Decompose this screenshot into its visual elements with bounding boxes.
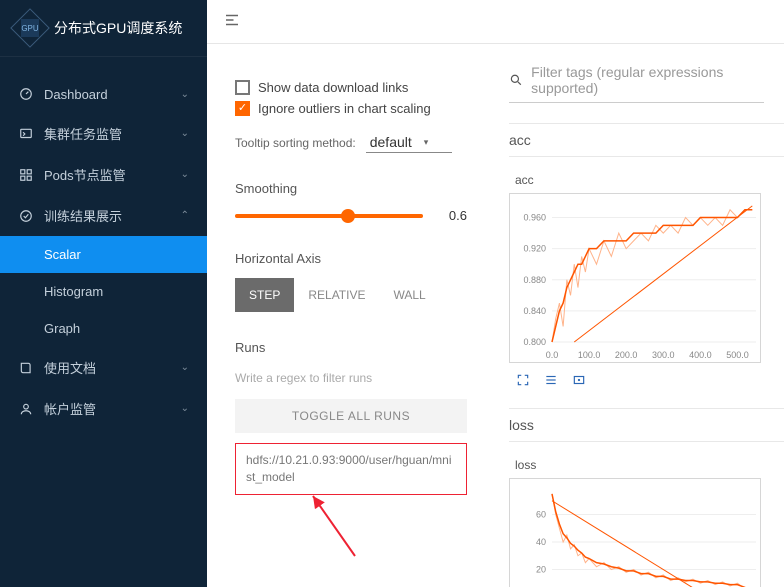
chevron-up-icon: ⌃ <box>181 210 189 221</box>
expand-tool[interactable] <box>513 372 533 388</box>
book-icon <box>18 360 34 376</box>
horizontal-axis-label: Horizontal Axis <box>235 251 467 266</box>
chevron-down-icon: ⌄ <box>181 403 189 414</box>
check-circle-icon <box>18 208 34 224</box>
svg-text:300.0: 300.0 <box>652 350 675 360</box>
svg-text:0.960: 0.960 <box>523 213 546 223</box>
nav-label: Graph <box>44 321 189 336</box>
collapse-sidebar-button[interactable] <box>223 11 241 32</box>
toggle-all-runs-button[interactable]: TOGGLE ALL RUNS <box>235 399 467 433</box>
svg-text:400.0: 400.0 <box>689 350 712 360</box>
nav-pods[interactable]: Pods节点监管 ⌄ <box>0 154 207 195</box>
svg-text:100.0: 100.0 <box>578 350 601 360</box>
svg-text:0.800: 0.800 <box>523 337 546 347</box>
svg-text:60: 60 <box>536 510 546 520</box>
svg-text:500.0: 500.0 <box>726 350 749 360</box>
smoothing-label: Smoothing <box>235 181 467 196</box>
nav-label: Dashboard <box>44 87 181 102</box>
nav-label: 使用文档 <box>44 358 181 377</box>
chevron-down-icon: ⌄ <box>181 128 189 139</box>
nav-scalar[interactable]: Scalar <box>0 236 207 273</box>
nav-label: 帐户监管 <box>44 399 181 418</box>
acc-chart[interactable]: 0.800 0.840 0.880 0.920 0.960 0.0 100.0 200.0 30… <box>509 193 761 363</box>
filter-tags-input[interactable]: Filter tags (regular expressions support… <box>531 64 764 96</box>
nav-histogram[interactable]: Histogram <box>0 273 207 310</box>
nav-label: 训练结果展示 <box>44 206 181 225</box>
axis-wall-button[interactable]: WALL <box>379 278 439 312</box>
svg-text:40: 40 <box>536 537 546 547</box>
nav-label: Scalar <box>44 247 189 262</box>
axis-relative-button[interactable]: RELATIVE <box>294 278 379 312</box>
svg-text:200.0: 200.0 <box>615 350 638 360</box>
group-title[interactable]: loss <box>509 408 784 442</box>
user-icon <box>18 401 34 417</box>
axis-step-button[interactable]: STEP <box>235 278 294 312</box>
group-loss: loss loss 0.0002040600.0100.0200.0300.04… <box>509 408 784 587</box>
tooltip-sort-select[interactable]: default <box>366 132 453 153</box>
group-acc: acc acc 0.800 0.840 0.880 0.920 0.960 0.0 100.… <box>509 123 784 388</box>
main: Show data download links ✓ Ignore outlie… <box>207 0 784 587</box>
chevron-down-icon: ⌄ <box>181 169 189 180</box>
terminal-icon <box>18 126 34 142</box>
chevron-down-icon: ⌄ <box>181 89 189 100</box>
nav-docs[interactable]: 使用文档 ⌄ <box>0 347 207 388</box>
show-download-checkbox[interactable] <box>235 80 250 95</box>
grid-icon <box>18 167 34 183</box>
chevron-down-icon: ⌄ <box>181 362 189 373</box>
run-path-box[interactable]: hdfs://10.21.0.93:9000/user/hguan/mnist_… <box>235 443 467 495</box>
chart-title: acc <box>509 173 784 187</box>
svg-text:0.0: 0.0 <box>546 350 559 360</box>
group-title[interactable]: acc <box>509 123 784 157</box>
smoothing-value: 0.6 <box>437 208 467 223</box>
brand: GPU 分布式GPU调度系统 <box>0 0 207 57</box>
topbar <box>207 0 784 44</box>
nav-cluster[interactable]: 集群任务监管 ⌄ <box>0 113 207 154</box>
slider-thumb[interactable] <box>341 209 355 223</box>
ignore-outliers-checkbox[interactable]: ✓ <box>235 101 250 116</box>
nav-account[interactable]: 帐户监管 ⌄ <box>0 388 207 429</box>
nav-label: Pods节点监管 <box>44 165 181 184</box>
tooltip-sort-label: Tooltip sorting method: <box>235 136 356 150</box>
runs-label: Runs <box>235 340 467 355</box>
nav-label: Histogram <box>44 284 189 299</box>
annotation-arrow-icon <box>305 491 365 561</box>
nav-label: 集群任务监管 <box>44 124 181 143</box>
chart-title: loss <box>509 458 784 472</box>
charts-panel: Filter tags (regular expressions support… <box>487 44 784 587</box>
list-tool[interactable] <box>541 372 561 388</box>
runs-filter-input[interactable]: Write a regex to filter runs <box>235 367 467 389</box>
nav: Dashboard ⌄ 集群任务监管 ⌄ Pods节点监管 ⌄ 训练结果展示 ⌃… <box>0 57 207 587</box>
ignore-outliers-label: Ignore outliers in chart scaling <box>258 101 431 116</box>
options-panel: Show data download links ✓ Ignore outlie… <box>207 44 487 587</box>
search-icon <box>509 72 523 88</box>
nav-dashboard[interactable]: Dashboard ⌄ <box>0 75 207 113</box>
sidebar: GPU 分布式GPU调度系统 Dashboard ⌄ 集群任务监管 ⌄ Pods… <box>0 0 207 587</box>
show-download-label: Show data download links <box>258 80 408 95</box>
svg-text:0.840: 0.840 <box>523 306 546 316</box>
smoothing-slider[interactable] <box>235 214 423 218</box>
nav-training-results[interactable]: 训练结果展示 ⌃ <box>0 195 207 236</box>
brand-logo: GPU <box>10 8 50 48</box>
brand-title: 分布式GPU调度系统 <box>54 18 182 38</box>
svg-text:20: 20 <box>536 565 546 575</box>
svg-text:0.880: 0.880 <box>523 275 546 285</box>
rect-tool[interactable] <box>569 372 589 388</box>
dashboard-icon <box>18 86 34 102</box>
loss-chart[interactable]: 0.0002040600.0100.0200.0300.0400.0500.0 <box>509 478 761 587</box>
run-path-text: hdfs://10.21.0.93:9000/user/hguan/mnist_… <box>246 453 451 484</box>
nav-graph[interactable]: Graph <box>0 310 207 347</box>
svg-text:0.920: 0.920 <box>523 244 546 254</box>
